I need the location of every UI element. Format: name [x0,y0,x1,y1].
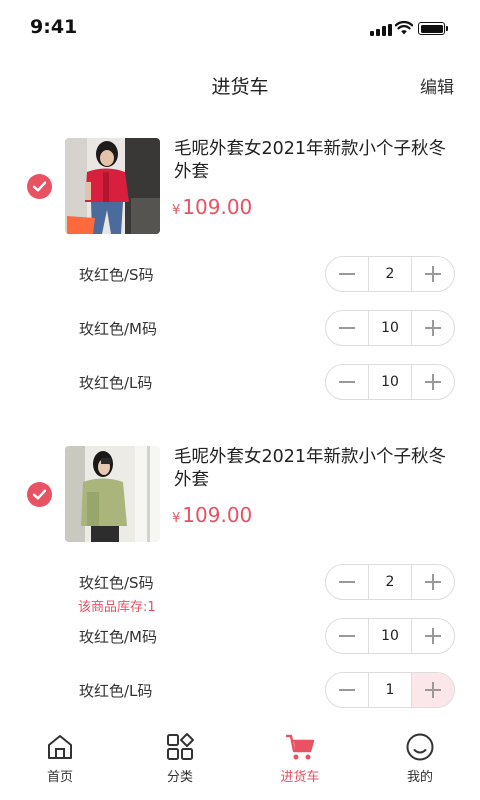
check-icon [32,489,47,500]
sku-label: 玫红色/S码 [79,574,154,592]
page-title: 进货车 [211,76,269,98]
select-checkbox[interactable] [27,482,52,507]
select-checkbox[interactable] [27,174,52,199]
wifi-icon [394,20,414,36]
sku-row: 玫红色/M码 10 [0,310,480,346]
sku-row: 玫红色/S码 2 [0,564,480,600]
sku-label: 玫红色/M码 [79,628,157,646]
quantity-stepper: 10 [325,364,455,400]
profile-icon [406,733,434,761]
increase-button[interactable] [412,311,454,345]
sku-row: 玫红色/S码 2 [0,256,480,292]
increase-button[interactable] [412,673,454,707]
product-price: ¥109.00 [172,195,252,219]
signal-icon [370,24,392,36]
quantity-stepper: 2 [325,564,455,600]
quantity-value[interactable]: 1 [368,673,412,707]
product-thumbnail[interactable] [65,446,160,542]
sku-label: 玫红色/M码 [79,320,157,338]
tab-label: 首页 [46,770,73,785]
product-card: 毛呢外套女2021年新款小个子秋冬外套 ¥109.00 玫红色/S码 2 玫红色… [0,114,480,422]
product-card: 毛呢外套女2021年新款小个子秋冬外套 ¥109.00 玫红色/S码 2 玫红色… [0,422,480,724]
sku-label: 玫红色/S码 [79,266,154,284]
edit-button[interactable]: 编辑 [420,73,454,98]
product-list[interactable]: 毛呢外套女2021年新款小个子秋冬外套 ¥109.00 玫红色/S码 2 玫红色… [0,114,480,724]
quantity-stepper: 10 [325,310,455,346]
nav-bar: 进货车 编辑 [0,56,480,114]
tab-label: 分类 [166,770,193,785]
product-price: ¥109.00 [172,503,252,527]
status-bar: 9:41 [0,0,480,56]
sku-row: 玫红色/L码 1 [0,672,480,708]
tab-category[interactable]: 分类 [120,724,240,800]
quantity-stepper: 10 [325,618,455,654]
quantity-value[interactable]: 2 [368,565,412,599]
tab-home[interactable]: 首页 [0,724,120,800]
quantity-stepper: 1 [325,672,455,708]
check-icon [32,181,47,192]
increase-button[interactable] [412,565,454,599]
stock-warning: 该商品库存:1 [78,600,156,615]
increase-button[interactable] [412,365,454,399]
tab-label: 我的 [406,770,433,785]
home-icon [48,735,72,759]
sku-label: 玫红色/L码 [79,682,153,700]
quantity-value[interactable]: 10 [368,619,412,653]
product-title[interactable]: 毛呢外套女2021年新款小个子秋冬外套 [174,446,460,492]
product-thumbnail[interactable] [65,138,160,234]
tab-cart[interactable]: 进货车 [240,724,360,800]
decrease-button[interactable] [326,311,368,345]
quantity-value[interactable]: 10 [368,311,412,345]
tab-bar: 首页 分类 进货车 我的 [0,724,480,800]
increase-button[interactable] [412,257,454,291]
sku-row: 玫红色/L码 10 [0,364,480,400]
category-icon [167,733,194,760]
sku-label: 玫红色/L码 [79,374,153,392]
battery-icon [418,22,448,35]
quantity-value[interactable]: 10 [368,365,412,399]
quantity-value[interactable]: 2 [368,257,412,291]
tab-profile[interactable]: 我的 [360,724,480,800]
cart-icon [285,734,315,760]
status-time: 9:41 [30,16,78,38]
price-value: 109.00 [182,503,253,527]
decrease-button[interactable] [326,257,368,291]
currency-symbol: ¥ [172,203,181,218]
sku-row: 玫红色/M码 10 [0,618,480,654]
price-value: 109.00 [182,195,253,219]
decrease-button[interactable] [326,365,368,399]
quantity-stepper: 2 [325,256,455,292]
tab-label: 进货车 [280,770,320,785]
decrease-button[interactable] [326,565,368,599]
increase-button[interactable] [412,619,454,653]
decrease-button[interactable] [326,673,368,707]
decrease-button[interactable] [326,619,368,653]
product-title[interactable]: 毛呢外套女2021年新款小个子秋冬外套 [174,138,460,184]
currency-symbol: ¥ [172,511,181,526]
